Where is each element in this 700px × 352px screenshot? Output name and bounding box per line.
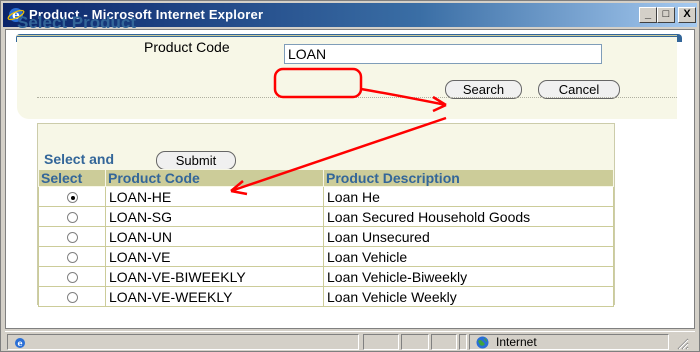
select-cell: [38, 186, 106, 207]
row-radio[interactable]: [66, 192, 78, 204]
minimize-button[interactable]: _: [639, 7, 657, 23]
column-header-select: Select: [38, 169, 106, 187]
browser-window: e Product - Microsoft Internet Explorer …: [0, 0, 700, 352]
product-description-cell: Loan Unsecured: [323, 226, 614, 247]
product-description-cell: Loan He: [323, 186, 614, 207]
table-row: LOAN-UN Loan Unsecured: [38, 226, 614, 247]
product-code-cell: LOAN-VE-WEEKLY: [105, 286, 324, 307]
status-zone-pane: Internet: [469, 334, 669, 350]
zone-label: Internet: [496, 335, 537, 349]
close-button[interactable]: X: [678, 7, 696, 23]
page-title: Select Product: [17, 13, 137, 32]
select-cell: [38, 226, 106, 247]
product-description-cell: Loan Secured Household Goods: [323, 206, 614, 227]
row-radio[interactable]: [66, 212, 78, 224]
product-code-input[interactable]: [284, 44, 602, 64]
status-pane: [431, 334, 457, 350]
product-code-cell: LOAN-SG: [105, 206, 324, 227]
table-row: LOAN-SG Loan Secured Household Goods: [38, 206, 614, 227]
column-header-product-description: Product Description: [323, 169, 614, 187]
dotted-separator: [37, 97, 677, 98]
table-row: LOAN-VE Loan Vehicle: [38, 246, 614, 267]
globe-icon: [476, 336, 489, 349]
row-radio[interactable]: [66, 232, 78, 244]
resize-grip-icon[interactable]: [675, 336, 689, 350]
product-code-cell: LOAN-VE-BIWEEKLY: [105, 266, 324, 287]
row-radio[interactable]: [66, 272, 78, 284]
submit-button[interactable]: Submit: [156, 151, 236, 170]
status-pane: [459, 334, 467, 350]
product-code-cell: LOAN-UN: [105, 226, 324, 247]
table-row: LOAN-VE-WEEKLY Loan Vehicle Weekly: [38, 286, 614, 307]
status-pane: [401, 334, 429, 350]
results-table: Select Product Code Product Description …: [38, 169, 614, 307]
status-pane: [363, 334, 399, 350]
table-row: LOAN-VE-BIWEEKLY Loan Vehicle-Biweekly: [38, 266, 614, 287]
select-and-label: Select and: [44, 151, 115, 167]
product-code-label: Product Code: [144, 39, 230, 55]
status-bar: e Internet: [5, 331, 695, 351]
product-description-cell: Loan Vehicle-Biweekly: [323, 266, 614, 287]
row-radio[interactable]: [66, 252, 78, 264]
select-cell: [38, 286, 106, 307]
product-description-cell: Loan Vehicle Weekly: [323, 286, 614, 307]
title-divider: [17, 35, 677, 36]
product-code-cell: LOAN-VE: [105, 246, 324, 267]
product-code-cell: LOAN-HE: [105, 186, 324, 207]
table-row: LOAN-HE Loan He: [38, 186, 614, 207]
product-description-cell: Loan Vehicle: [323, 246, 614, 267]
ie-page-icon: e: [15, 338, 25, 348]
status-main-pane: e: [7, 334, 359, 350]
column-header-product-code: Product Code: [105, 169, 324, 187]
select-cell: [38, 246, 106, 267]
svg-text:e: e: [17, 338, 22, 348]
table-header-row: Select Product Code Product Description: [38, 169, 614, 187]
row-radio[interactable]: [66, 292, 78, 304]
maximize-button[interactable]: □: [657, 7, 675, 23]
select-cell: [38, 206, 106, 227]
select-cell: [38, 266, 106, 287]
